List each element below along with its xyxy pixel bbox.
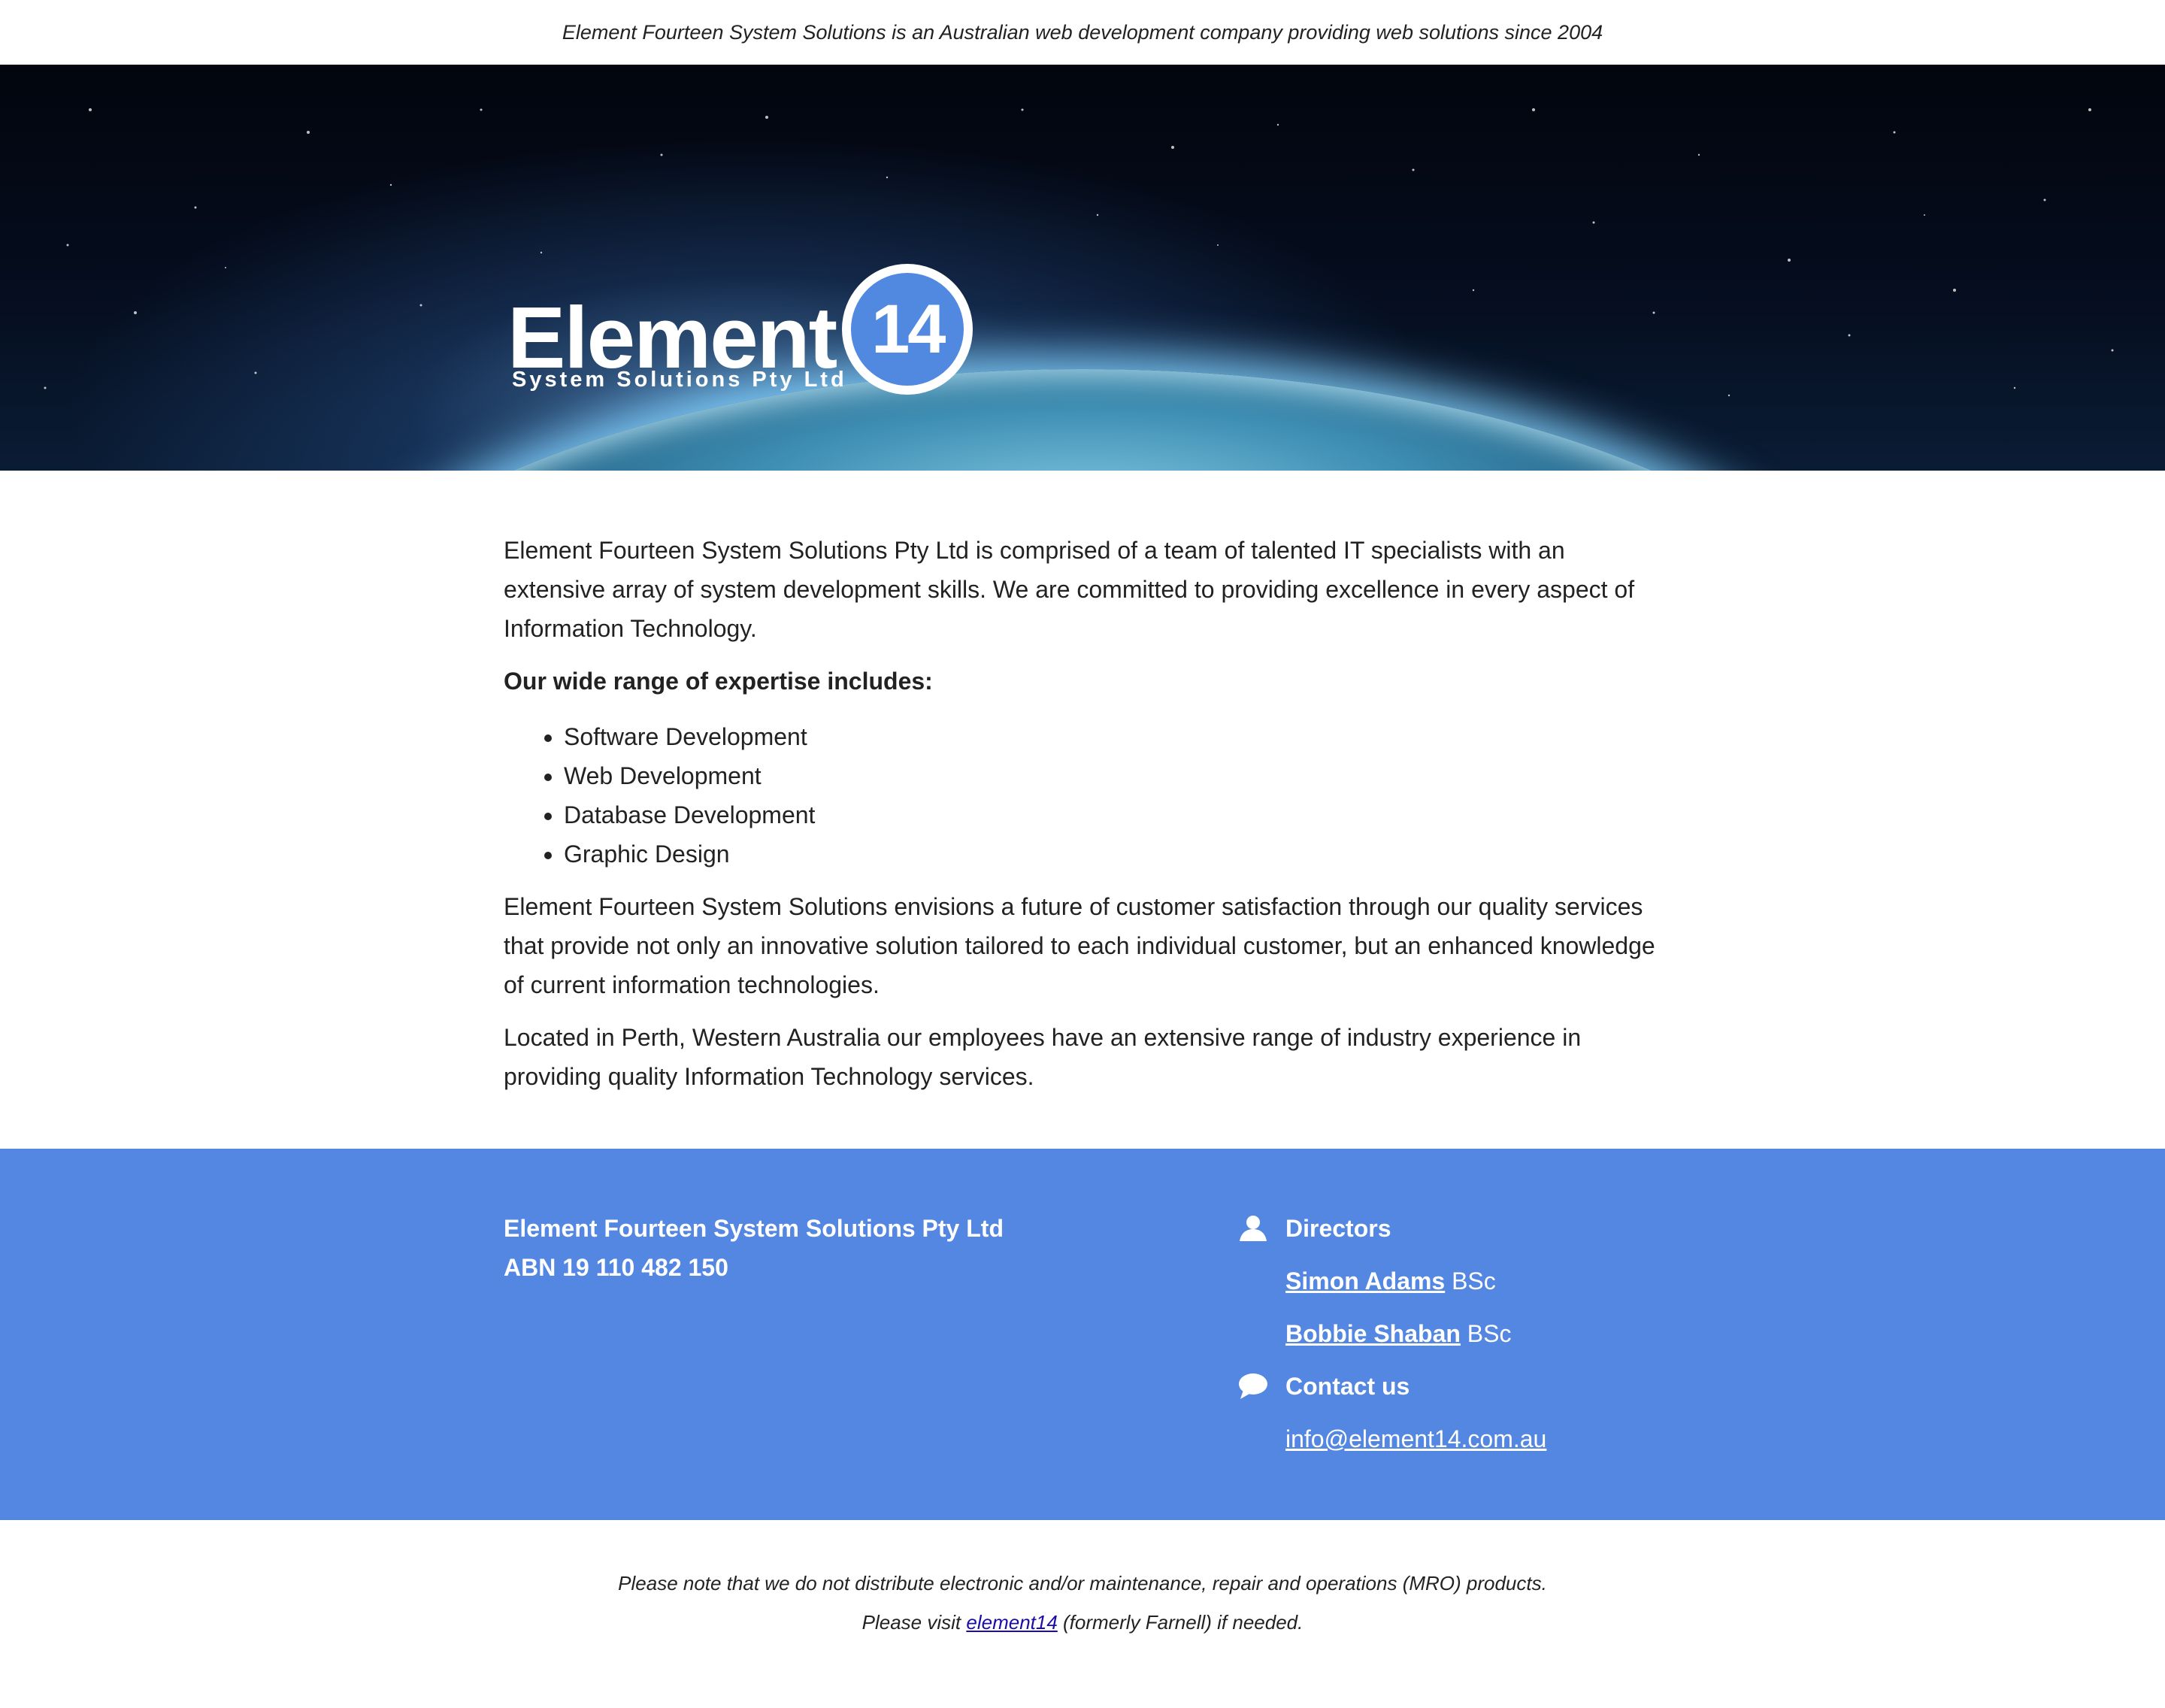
company-logo: Element 14 System Solutions Pty Ltd <box>507 264 973 395</box>
company-info: Element Fourteen System Solutions Pty Lt… <box>504 1209 1285 1460</box>
director-qualification: BSc <box>1445 1267 1496 1295</box>
contact-heading: Contact us <box>1285 1373 1410 1400</box>
user-icon <box>1237 1213 1269 1244</box>
directors-heading: Directors <box>1285 1215 1391 1242</box>
visit-prefix: Please visit <box>861 1611 967 1634</box>
director-link-simon-adams[interactable]: Simon Adams <box>1285 1261 1445 1301</box>
expertise-heading: Our wide range of expertise includes: <box>504 668 933 695</box>
list-item: Web Development <box>564 756 1661 795</box>
visit-suffix: (formerly Farnell) if needed. <box>1057 1611 1304 1634</box>
footer-contacts: Directors Simon Adams BSc Bobbie Shaban … <box>1239 1209 1546 1460</box>
disclaimer-line: Please note that we do not distribute el… <box>618 1572 1547 1594</box>
intro-paragraph: Element Fourteen System Solutions Pty Lt… <box>504 537 1635 642</box>
footer: Element Fourteen System Solutions Pty Lt… <box>0 1149 2165 1520</box>
logo-badge: 14 <box>842 264 973 395</box>
main-content: Element Fourteen System Solutions Pty Lt… <box>504 471 1661 1096</box>
speech-bubble-icon <box>1237 1370 1269 1402</box>
visit-line: Please visit element14 (formerly Farnell… <box>0 1603 2165 1642</box>
hero-banner: Element 14 System Solutions Pty Ltd <box>0 65 2165 471</box>
location-paragraph: Located in Perth, Western Australia our … <box>504 1024 1582 1090</box>
director-entry: Bobbie Shaban BSc <box>1285 1314 1546 1353</box>
vision-paragraph: Element Fourteen System Solutions envisi… <box>504 893 1655 998</box>
email-link[interactable]: info@element14.com.au <box>1285 1419 1546 1458</box>
director-qualification: BSc <box>1460 1320 1512 1347</box>
list-item: Software Development <box>564 717 1661 756</box>
expertise-list: Software Development Web Development Dat… <box>504 717 1661 874</box>
list-item: Graphic Design <box>564 834 1661 874</box>
tagline: Element Fourteen System Solutions is an … <box>562 20 1603 44</box>
element14-link[interactable]: element14 <box>966 1611 1057 1634</box>
director-link-bobbie-shaban[interactable]: Bobbie Shaban <box>1285 1314 1461 1353</box>
logo-subtitle: System Solutions Pty Ltd <box>512 368 847 392</box>
director-entry: Simon Adams BSc <box>1285 1261 1546 1301</box>
disclaimer-note: Please note that we do not distribute el… <box>0 1520 2165 1642</box>
company-name: Element Fourteen System Solutions Pty Lt… <box>504 1215 1004 1242</box>
list-item: Database Development <box>564 795 1661 834</box>
company-abn: ABN 19 110 482 150 <box>504 1254 728 1281</box>
